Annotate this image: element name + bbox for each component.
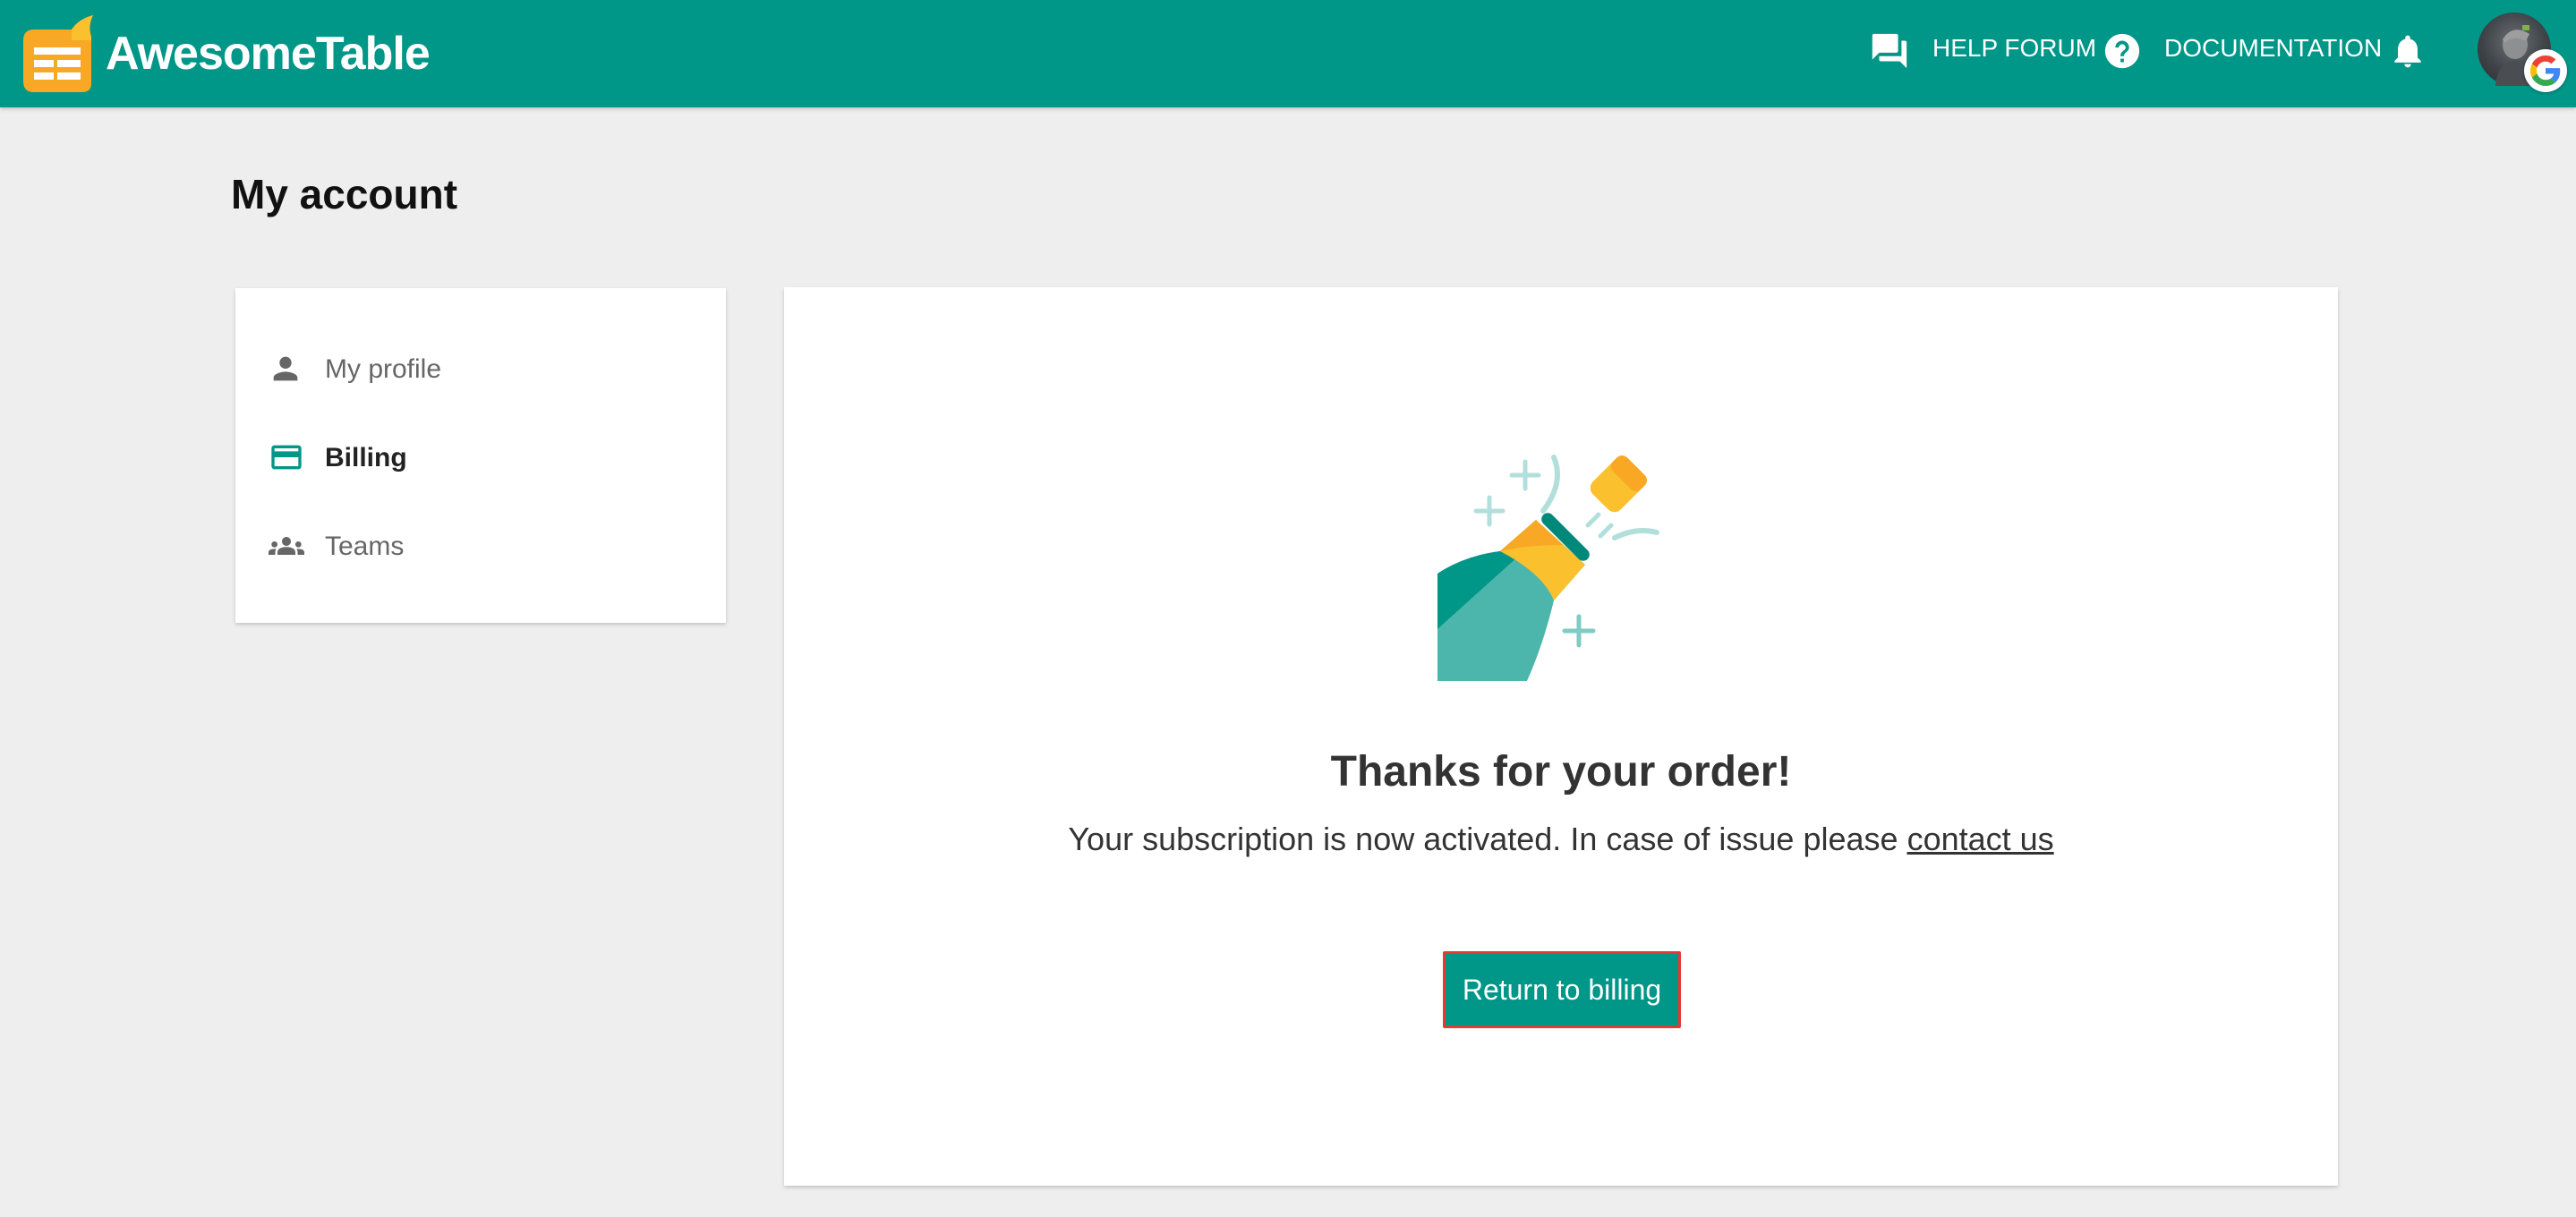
brand[interactable]: AwesomeTable <box>16 7 431 100</box>
page-title: My account <box>231 171 458 217</box>
order-confirmation-card: Thanks for your order! Your subscription… <box>784 287 2338 1186</box>
documentation-link[interactable]: DOCUMENTATION <box>2164 34 2382 63</box>
sidebar-item-billing[interactable]: Billing <box>235 416 726 497</box>
return-to-billing-button[interactable]: Return to billing <box>1443 951 1681 1028</box>
account-sidebar: My profile Billing Teams <box>235 288 726 623</box>
person-icon <box>268 351 303 387</box>
confirmation-heading: Thanks for your order! <box>1330 748 1792 796</box>
help-forum-link[interactable]: HELP FORUM <box>1932 34 2096 63</box>
sidebar-item-label: My profile <box>325 354 442 384</box>
sidebar-item-my-profile[interactable]: My profile <box>235 328 726 408</box>
contact-us-link[interactable]: contact us <box>1907 821 2054 857</box>
forum-icon[interactable] <box>1869 30 1910 76</box>
group-icon <box>268 528 304 564</box>
top-app-bar: AwesomeTable HELP FORUM DOCUMENTATION <box>0 0 2576 107</box>
notifications-bell-icon[interactable] <box>2388 30 2427 76</box>
champagne-bottle-icon <box>1429 439 1688 685</box>
credit-card-icon <box>268 439 303 475</box>
sidebar-item-label: Teams <box>325 532 405 561</box>
sidebar-item-label: Billing <box>325 443 407 472</box>
help-icon[interactable] <box>2102 30 2143 76</box>
brand-name: AwesomeTable <box>106 28 431 80</box>
sidebar-item-teams[interactable]: Teams <box>235 505 726 585</box>
confirmation-message-text: Your subscription is now activated. In c… <box>1068 821 1898 857</box>
confirmation-message: Your subscription is now activated. In c… <box>784 821 2338 858</box>
google-account-icon <box>2524 49 2567 92</box>
awesome-table-logo-icon <box>16 13 97 94</box>
